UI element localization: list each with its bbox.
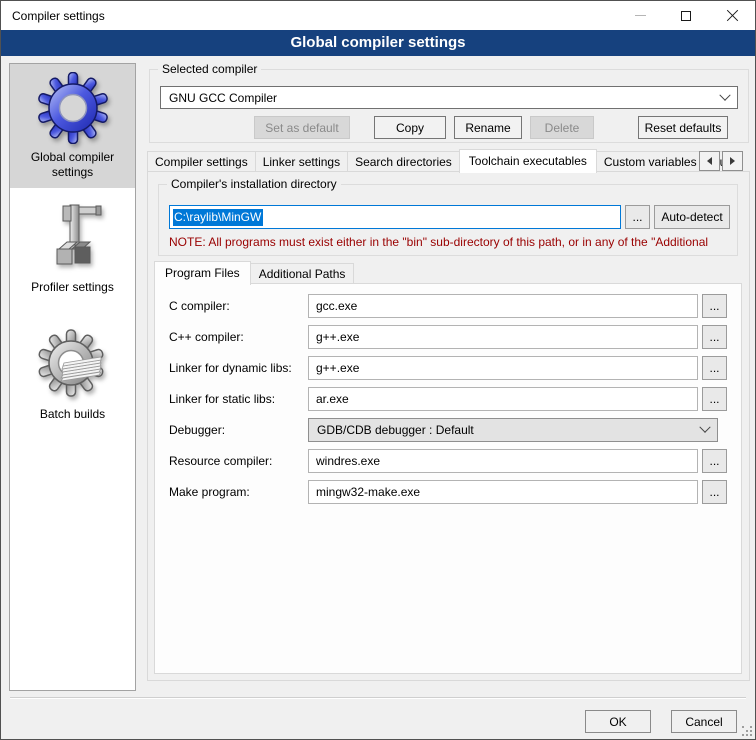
field-label: Linker for dynamic libs: <box>169 361 308 375</box>
resource-compiler-input[interactable] <box>308 449 698 473</box>
dialog-body: Global compiler settings <box>1 56 755 739</box>
field-label: C compiler: <box>169 299 308 313</box>
tab-scroll-left-button[interactable] <box>699 151 720 171</box>
resize-grip[interactable] <box>742 726 752 736</box>
tab-linker-settings[interactable]: Linker settings <box>255 151 348 172</box>
tab-scroll-right-button[interactable] <box>722 151 743 171</box>
auto-detect-button[interactable]: Auto-detect <box>654 205 730 229</box>
browse-button[interactable]: ... <box>702 387 727 411</box>
compiler-buttons-row: Set as default Copy Rename Delete Reset … <box>160 116 728 139</box>
sidebar-item-label: Batch builds <box>13 407 132 422</box>
compiler-settings-dialog: Compiler settings Global compiler settin… <box>0 0 756 740</box>
minimize-button[interactable] <box>617 1 663 30</box>
selected-text: C:\raylib\MinGW <box>173 209 263 226</box>
browse-button[interactable]: ... <box>702 294 727 318</box>
close-icon <box>726 9 739 22</box>
maximize-icon <box>681 11 691 21</box>
tab-additional-paths[interactable]: Additional Paths <box>250 263 355 284</box>
directory-note: NOTE: All programs must exist either in … <box>169 235 737 249</box>
static-linker-input[interactable] <box>308 387 698 411</box>
footer-divider <box>10 697 746 699</box>
browse-button[interactable]: ... <box>702 480 727 504</box>
page-title: Global compiler settings <box>1 30 755 56</box>
browse-button[interactable]: ... <box>702 449 727 473</box>
debugger-select-value: GDB/CDB debugger : Default <box>317 423 701 437</box>
cancel-button[interactable]: Cancel <box>671 710 737 733</box>
cpp-compiler-input[interactable] <box>308 325 698 349</box>
sidebar-item-profiler-settings[interactable]: Profiler settings <box>10 194 135 303</box>
static-linker-row: Linker for static libs: ... <box>169 387 727 411</box>
tab-compiler-settings[interactable]: Compiler settings <box>147 151 256 172</box>
tab-scroll-buttons <box>697 151 743 171</box>
field-label: Resource compiler: <box>169 454 308 468</box>
window-title: Compiler settings <box>1 9 105 23</box>
minimize-icon <box>635 15 646 16</box>
copy-button[interactable]: Copy <box>374 116 446 139</box>
c-compiler-input[interactable] <box>308 294 698 318</box>
set-as-default-button[interactable]: Set as default <box>254 116 350 139</box>
cpp-compiler-row: C++ compiler: ... <box>169 325 727 349</box>
sidebar-item-batch-builds[interactable]: Batch builds <box>10 321 135 430</box>
gear-stack-icon <box>37 329 109 401</box>
resource-compiler-row: Resource compiler: ... <box>169 449 727 473</box>
debugger-select[interactable]: GDB/CDB debugger : Default <box>308 418 718 442</box>
make-program-row: Make program: ... <box>169 480 727 504</box>
ok-button[interactable]: OK <box>585 710 651 733</box>
selected-compiler-group: Selected compiler GNU GCC Compiler Set a… <box>149 69 749 143</box>
compiler-select-value: GNU GCC Compiler <box>169 91 721 105</box>
field-label: Debugger: <box>169 423 308 437</box>
maximize-button[interactable] <box>663 1 709 30</box>
tab-search-directories[interactable]: Search directories <box>347 151 460 172</box>
rename-button[interactable]: Rename <box>454 116 522 139</box>
compiler-select[interactable]: GNU GCC Compiler <box>160 86 738 109</box>
close-button[interactable] <box>709 1 755 30</box>
group-label: Selected compiler <box>158 62 261 76</box>
installation-directory-group: Compiler's installation directory C:\ray… <box>158 184 738 256</box>
main-content: Selected compiler GNU GCC Compiler Set a… <box>141 56 750 739</box>
tab-toolchain-executables[interactable]: Toolchain executables <box>459 149 597 173</box>
sidebar-item-label: Profiler settings <box>13 280 132 295</box>
sidebar-item-label: Global compiler settings <box>13 150 132 180</box>
settings-tab-strip: Compiler settings Linker settings Search… <box>147 149 744 172</box>
dynamic-linker-input[interactable] <box>308 356 698 380</box>
group-label: Compiler's installation directory <box>167 177 341 191</box>
window-controls <box>617 1 755 30</box>
delete-button[interactable]: Delete <box>530 116 594 139</box>
sidebar-item-global-compiler-settings[interactable]: Global compiler settings <box>10 64 135 188</box>
profiler-caliper-icon <box>37 202 109 274</box>
chevron-down-icon <box>719 89 730 100</box>
installation-directory-input[interactable]: C:\raylib\MinGW <box>169 205 621 229</box>
browse-directory-button[interactable]: ... <box>625 205 650 229</box>
debugger-row: Debugger: GDB/CDB debugger : Default <box>169 418 727 442</box>
browse-button[interactable]: ... <box>702 325 727 349</box>
tab-program-files[interactable]: Program Files <box>154 261 251 285</box>
c-compiler-row: C compiler: ... <box>169 294 727 318</box>
arrow-right-icon <box>730 157 735 165</box>
arrow-left-icon <box>707 157 712 165</box>
settings-sidebar: Global compiler settings <box>9 63 136 691</box>
browse-button[interactable]: ... <box>702 356 727 380</box>
reset-defaults-button[interactable]: Reset defaults <box>638 116 728 139</box>
field-label: Make program: <box>169 485 308 499</box>
make-program-input[interactable] <box>308 480 698 504</box>
blue-gear-icon <box>37 72 109 144</box>
program-files-tab-strip: Program Files Additional Paths <box>154 261 353 284</box>
dynamic-linker-row: Linker for dynamic libs: ... <box>169 356 727 380</box>
field-label: C++ compiler: <box>169 330 308 344</box>
toolchain-executables-page: Compiler's installation directory C:\ray… <box>147 171 750 681</box>
titlebar: Compiler settings <box>1 1 755 30</box>
field-label: Linker for static libs: <box>169 392 308 406</box>
tab-custom-variables[interactable]: Custom variables <box>596 151 705 172</box>
program-files-page: C compiler: ... C++ compiler: ... Linker… <box>154 283 742 674</box>
chevron-down-icon <box>699 422 710 433</box>
